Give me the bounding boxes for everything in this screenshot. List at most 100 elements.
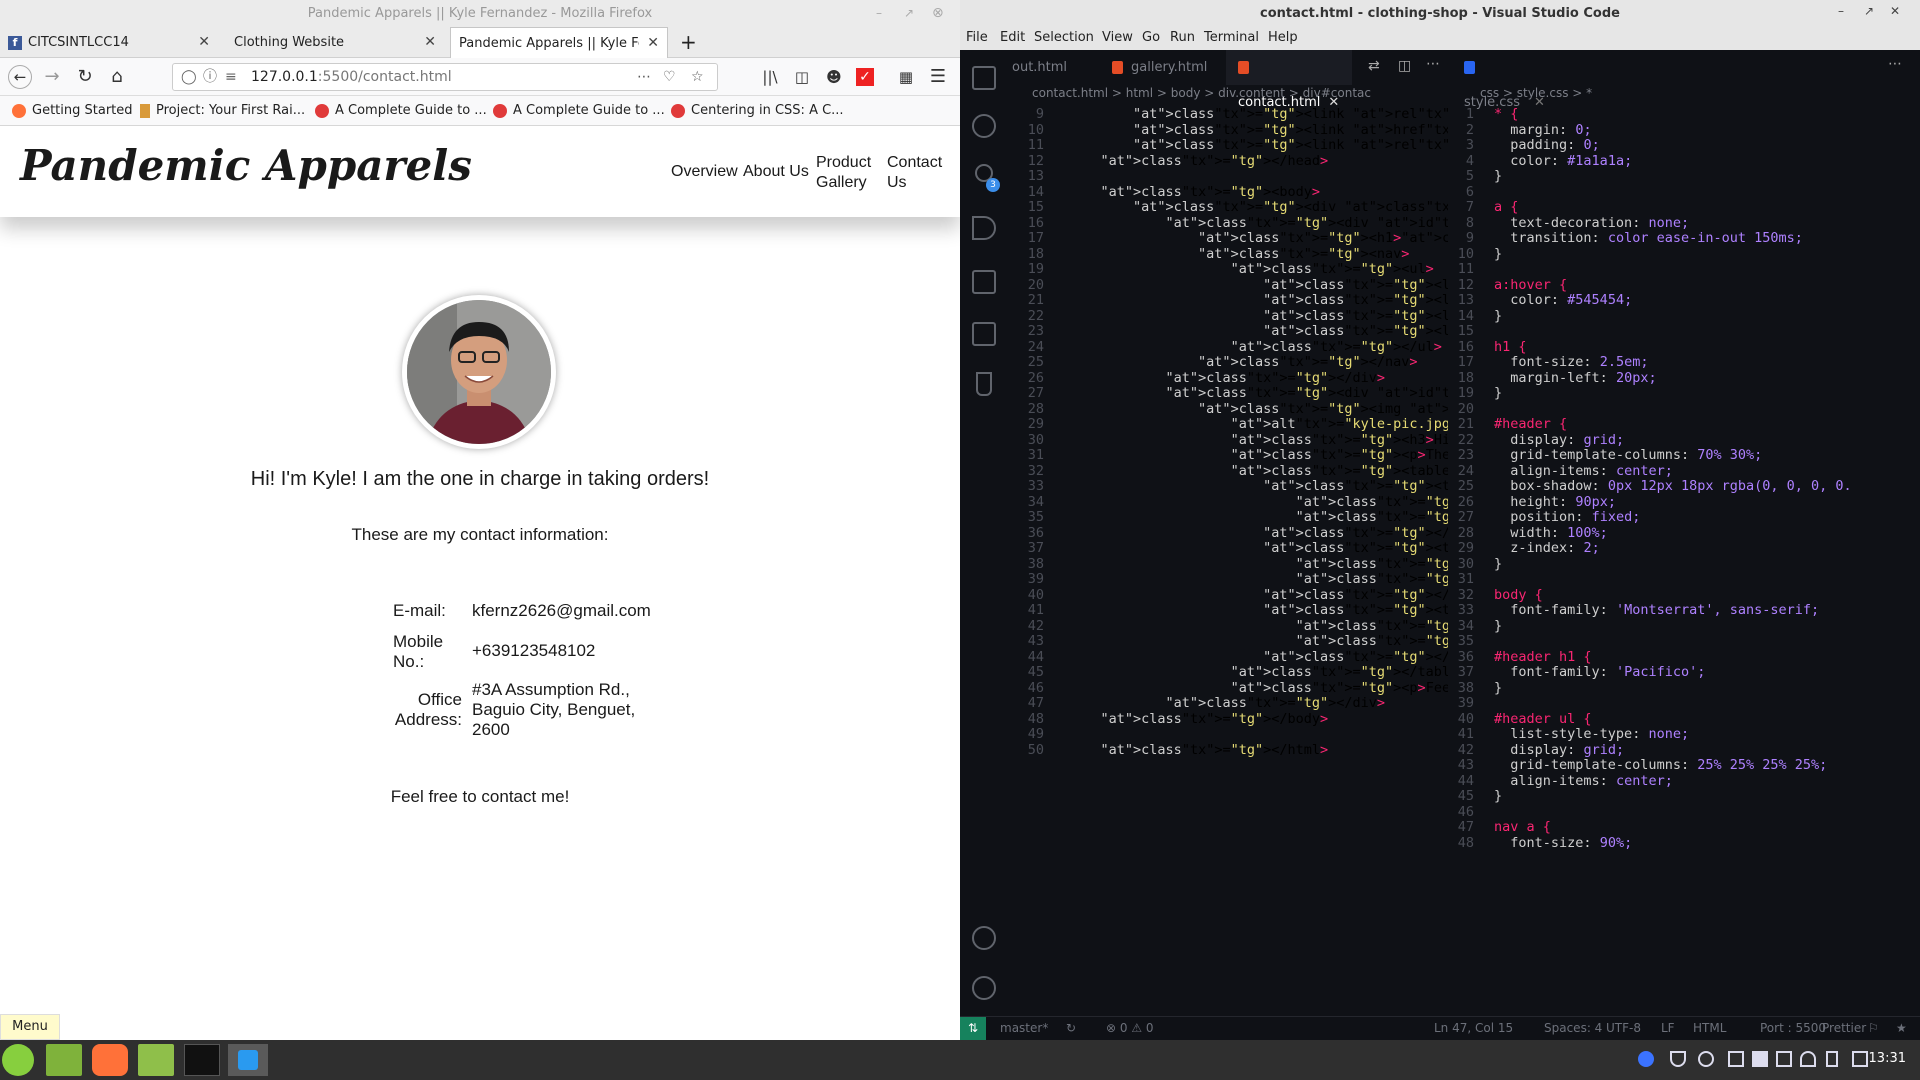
problems-indicator[interactable]: ⊗ 0 ⚠ 0	[1106, 1021, 1154, 1035]
bookmark-complete-guide-2[interactable]: A Complete Guide to ...	[493, 103, 665, 118]
nav-product-gallery[interactable]: Product Gallery	[816, 153, 878, 193]
bluetooth-icon[interactable]	[1638, 1051, 1654, 1067]
home-button[interactable]: ⌂	[105, 65, 129, 89]
nav-overview[interactable]: Overview	[671, 162, 738, 182]
prettier-indicator[interactable]: Prettier	[1822, 1021, 1866, 1035]
extensions-puzzle-icon[interactable]: ▦	[894, 65, 918, 89]
close-icon[interactable]: ✕	[1890, 4, 1900, 18]
more-actions-icon[interactable]: ⋯	[1426, 56, 1440, 72]
volume-icon[interactable]	[1852, 1051, 1868, 1067]
new-tab-button[interactable]: +	[680, 27, 704, 58]
tab-about-html[interactable]: out.html	[1008, 50, 1098, 85]
code-line: #header h1 {	[1494, 648, 1592, 665]
pocket-icon[interactable]: ♡	[663, 64, 676, 90]
remote-indicator-icon[interactable]: ⇅	[960, 1017, 986, 1040]
run-debug-icon[interactable]	[972, 216, 996, 240]
minimize-icon[interactable]: –	[876, 0, 882, 27]
css-editor[interactable]: 1 * {2 margin: 0; 3 padding: 0; 4 color: #1…	[1450, 106, 1920, 1016]
firefox-icon[interactable]	[92, 1044, 128, 1076]
extension-icon[interactable]: ✓	[856, 68, 874, 86]
maximize-icon[interactable]: ↗	[904, 0, 914, 27]
menu-edit[interactable]: Edit	[1000, 30, 1025, 45]
search-icon[interactable]	[972, 114, 996, 138]
keyboard-icon[interactable]	[1728, 1051, 1744, 1067]
show-desktop-icon[interactable]	[46, 1044, 82, 1076]
encoding[interactable]: UTF-8	[1606, 1021, 1641, 1035]
menu-view[interactable]: View	[1102, 30, 1133, 45]
hamburger-menu-icon[interactable]: ☰	[926, 65, 950, 89]
sync-icon[interactable]: ↻	[1066, 1021, 1076, 1035]
cursor-position[interactable]: Ln 47, Col 15	[1434, 1021, 1513, 1035]
bookmark-complete-guide-1[interactable]: A Complete Guide to ...	[315, 103, 487, 118]
tab-clothing-website[interactable]: Clothing Website ✕	[226, 27, 444, 58]
terminal-icon[interactable]	[184, 1044, 220, 1076]
update-icon[interactable]	[1698, 1051, 1714, 1067]
close-tab-icon[interactable]: ✕	[424, 27, 436, 58]
line-number: 27	[1027, 385, 1044, 401]
account-icon[interactable]	[972, 926, 996, 950]
close-tab-icon[interactable]: ✕	[647, 28, 659, 59]
menu-file[interactable]: File	[966, 30, 988, 45]
code-line: "at">class"tx">="tg"></html>	[1100, 741, 1329, 758]
remote-explorer-icon[interactable]	[972, 322, 996, 346]
vscode-taskbar-button[interactable]	[228, 1044, 268, 1076]
explorer-icon[interactable]	[972, 66, 996, 90]
bookmark-project[interactable]: Project: Your First Rai...	[140, 103, 305, 118]
notifications-icon[interactable]: ★	[1896, 1021, 1907, 1035]
back-button[interactable]: ←	[8, 65, 32, 89]
indentation[interactable]: Spaces: 4	[1544, 1021, 1602, 1035]
reload-button[interactable]: ↻	[73, 65, 97, 89]
open-changes-icon[interactable]: ⇄	[1368, 58, 1380, 74]
vscode-menubar: File Edit Selection View Go Run Terminal…	[960, 27, 1920, 50]
testing-flask-icon[interactable]	[976, 372, 992, 396]
split-editor-icon[interactable]: ◫	[1398, 58, 1411, 74]
language-mode[interactable]: HTML	[1693, 1021, 1726, 1035]
bookmark-star-icon[interactable]: ☆	[691, 64, 704, 90]
nav-about-us[interactable]: About Us	[743, 162, 809, 182]
breadcrumb[interactable]: contact.html > html > body > div.content…	[1032, 86, 1371, 106]
tab-gallery-html[interactable]: gallery.html	[1100, 50, 1222, 85]
mint-menu-button[interactable]: Menu	[0, 1014, 60, 1040]
forward-button[interactable]: →	[40, 65, 64, 89]
site-title[interactable]: Pandemic Apparels	[20, 141, 472, 190]
bookmark-centering-css[interactable]: Centering in CSS: A C...	[671, 103, 844, 118]
more-actions-icon[interactable]: ⋯	[1888, 56, 1902, 72]
url-bar[interactable]: ◯ ⓘ ≡ 127.0.0.1:5500/contact.html ⋯ ♡ ☆	[172, 63, 718, 91]
tab-citcs[interactable]: f CITCSINTLCC14 ✕	[0, 27, 218, 58]
shield-tray-icon[interactable]	[1670, 1051, 1686, 1067]
nav-contact-us[interactable]: Contact Us	[887, 153, 949, 193]
sidebar-icon[interactable]: ◫	[790, 65, 814, 89]
network-icon[interactable]	[1776, 1051, 1792, 1067]
gear-icon[interactable]	[972, 976, 996, 1000]
files-icon[interactable]	[138, 1044, 174, 1076]
extensions-icon[interactable]	[972, 270, 996, 294]
menu-selection[interactable]: Selection	[1034, 30, 1094, 45]
wifi-icon[interactable]	[1800, 1051, 1816, 1067]
tab-style-css[interactable]: style.css ✕	[1452, 50, 1562, 110]
avatar	[402, 295, 556, 449]
menu-run[interactable]: Run	[1170, 30, 1195, 45]
menu-go[interactable]: Go	[1142, 30, 1160, 45]
menu-help[interactable]: Help	[1268, 30, 1298, 45]
page-actions-icon[interactable]: ⋯	[637, 64, 651, 90]
printer-icon[interactable]	[1752, 1051, 1768, 1067]
clock[interactable]: 13:31	[1869, 1051, 1906, 1066]
bookmark-getting-started[interactable]: Getting Started	[12, 103, 133, 118]
account-icon[interactable]: ☻	[822, 65, 846, 89]
maximize-icon[interactable]: ↗	[1864, 4, 1874, 18]
html-editor[interactable]: 9 "at">class"tx">="tg"><link "at">rel"tx…	[1008, 106, 1448, 914]
tab-pandemic-apparels[interactable]: Pandemic Apparels || Kyle Ferna ✕	[450, 27, 668, 59]
close-icon[interactable]: ⊗	[932, 0, 944, 27]
minimize-icon[interactable]: –	[1838, 4, 1844, 18]
tab-contact-html[interactable]: contact.html ✕	[1226, 50, 1352, 110]
battery-icon[interactable]	[1826, 1051, 1838, 1067]
close-tab-icon[interactable]: ✕	[198, 27, 210, 58]
mint-menu-icon[interactable]	[2, 1044, 34, 1076]
breadcrumb-css[interactable]: css > style.css > *	[1480, 86, 1592, 106]
menu-terminal[interactable]: Terminal	[1204, 30, 1259, 45]
feedback-icon[interactable]: ⚐	[1868, 1021, 1879, 1035]
library-icon[interactable]: ||\	[758, 65, 782, 89]
live-server-port[interactable]: Port : 5500	[1760, 1021, 1826, 1035]
eol[interactable]: LF	[1661, 1021, 1675, 1035]
branch-indicator[interactable]: master*	[1000, 1021, 1048, 1035]
